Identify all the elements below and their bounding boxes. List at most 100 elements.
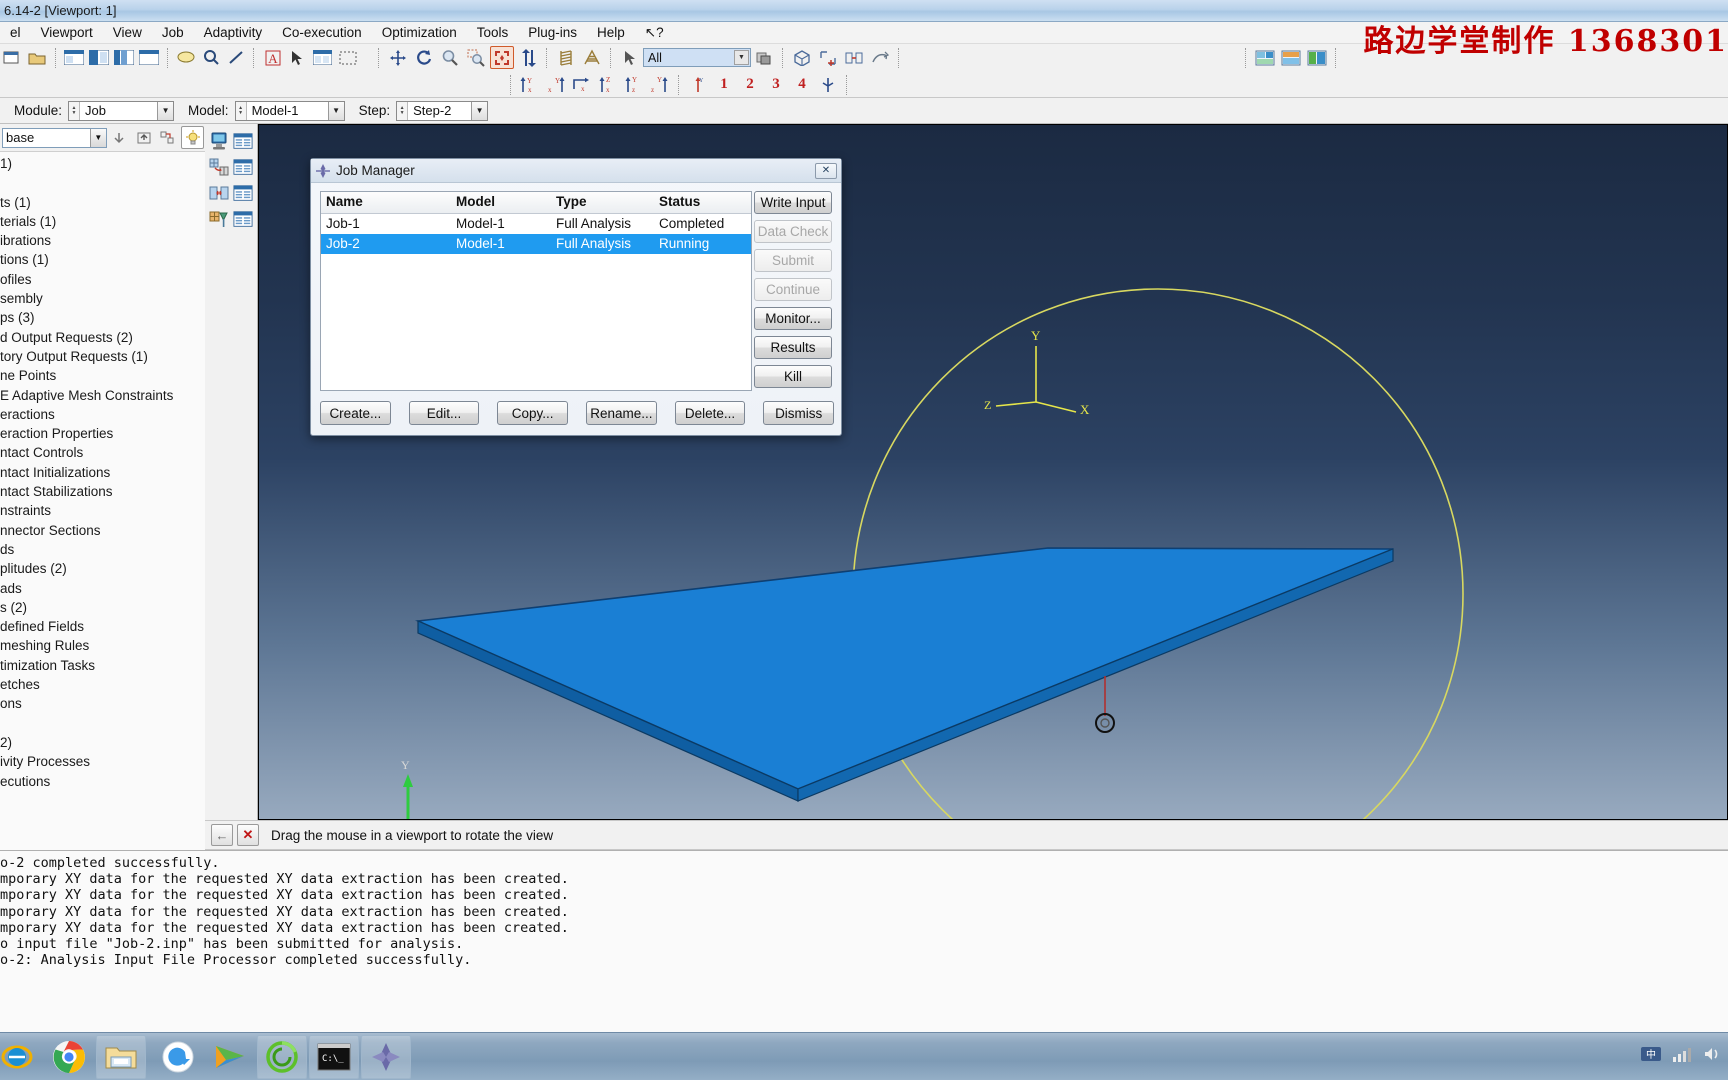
tray-input-method-icon[interactable]: 中 <box>1640 1044 1662 1069</box>
job-manager-icon[interactable] <box>232 130 254 152</box>
module-chevron-down-icon[interactable]: ▼ <box>157 101 174 120</box>
plot-deformed-icon[interactable] <box>1279 46 1303 69</box>
tree-item[interactable]: nnector Sections <box>0 521 205 540</box>
chevron-down-icon[interactable]: ▼ <box>734 50 749 65</box>
select-arrow-icon[interactable] <box>286 46 309 69</box>
edit-button[interactable]: Edit... <box>408 401 480 425</box>
selection-filter-combo[interactable]: All ▼ <box>643 48 751 67</box>
selection-arrow-icon[interactable] <box>618 46 642 69</box>
dialog-titlebar[interactable]: Job Manager ✕ <box>311 159 841 183</box>
tree-item[interactable]: ibrations <box>0 231 205 250</box>
view-back-icon[interactable]: xY <box>544 73 568 96</box>
annotation-icon[interactable] <box>175 46 198 69</box>
tree-item[interactable]: ads <box>0 579 205 598</box>
view-left-icon[interactable]: Yz <box>622 73 646 96</box>
table-row[interactable]: Job-1 Model-1 Full Analysis Completed <box>321 214 751 234</box>
menu-item-help[interactable]: Help <box>587 24 635 41</box>
tree-item[interactable]: eractions <box>0 405 205 424</box>
optimization-manager-icon[interactable] <box>232 208 254 230</box>
tree-item[interactable]: ntact Controls <box>0 443 205 462</box>
tree-item[interactable]: ivity Processes <box>0 752 205 771</box>
tree-item[interactable]: defined Fields <box>0 617 205 636</box>
box-zoom-icon[interactable] <box>464 46 488 69</box>
viewport-tile-icon-1[interactable] <box>63 46 86 69</box>
selection-options-icon[interactable] <box>752 46 776 69</box>
viewport-tile-icon-3[interactable] <box>113 46 136 69</box>
menu-item-plugins[interactable]: Plug-ins <box>518 24 587 41</box>
adaptivity-create-icon[interactable] <box>208 156 230 178</box>
menu-item-view[interactable]: View <box>103 24 152 41</box>
dashed-border-icon[interactable] <box>336 46 359 69</box>
tree-collapse-icon[interactable] <box>132 126 155 149</box>
rename-button[interactable]: Rename... <box>586 401 657 425</box>
delete-button[interactable]: Delete... <box>674 401 746 425</box>
fit-view-icon[interactable] <box>490 46 514 69</box>
tree-highlight-icon[interactable] <box>181 126 204 149</box>
tree-item[interactable]: ts (1) <box>0 193 205 212</box>
menu-item-adaptivity[interactable]: Adaptivity <box>194 24 273 41</box>
tree-next-icon[interactable] <box>108 126 131 149</box>
view-iso-icon[interactable]: Y <box>686 73 710 96</box>
apply-view-icon[interactable] <box>816 73 840 96</box>
create-display-group-icon[interactable] <box>816 46 840 69</box>
co-execution-manager-icon[interactable] <box>232 182 254 204</box>
model-database-combo[interactable]: base ▼ <box>2 127 107 148</box>
tree-item[interactable]: 2) <box>0 733 205 752</box>
tree-filter-icon[interactable] <box>157 126 180 149</box>
view-top-icon[interactable]: x <box>570 73 594 96</box>
tree-item[interactable]: ecutions <box>0 772 205 791</box>
taskbar-360-browser-button[interactable] <box>257 1034 307 1079</box>
dismiss-button[interactable]: Dismiss <box>763 401 835 425</box>
rotate-icon[interactable] <box>412 46 436 69</box>
monitor-button[interactable]: Monitor... <box>754 307 832 330</box>
tree-item[interactable]: sembly <box>0 289 205 308</box>
render-wireframe-icon[interactable] <box>554 46 578 69</box>
menu-item-viewport[interactable]: Viewport <box>31 24 103 41</box>
magnify-icon[interactable] <box>438 46 462 69</box>
job-create-icon[interactable] <box>208 130 230 152</box>
saved-view-4-button[interactable]: 4 <box>790 73 814 96</box>
model-spinner[interactable]: ▲ ▼ <box>235 101 247 120</box>
taskbar-chrome-button[interactable] <box>44 1035 94 1079</box>
previous-step-arrow-icon[interactable]: ← <box>211 824 233 846</box>
taskbar-ie-button[interactable] <box>0 1035 42 1079</box>
tree-item[interactable]: etches <box>0 675 205 694</box>
saved-view-1-button[interactable]: 1 <box>712 73 736 96</box>
tree-item[interactable]: ds <box>0 540 205 559</box>
plot-symbol-icon[interactable] <box>1305 46 1329 69</box>
taskbar-command-prompt-button[interactable]: C:\_ <box>309 1034 359 1079</box>
menu-item-optimization[interactable]: Optimization <box>372 24 467 41</box>
column-header-name[interactable]: Name <box>321 192 451 213</box>
taskbar-sogou-button[interactable] <box>153 1035 203 1079</box>
column-header-type[interactable]: Type <box>551 192 654 213</box>
taskbar-media-player-button[interactable] <box>205 1035 255 1079</box>
create-button[interactable]: Create... <box>320 401 391 425</box>
taskbar-abaqus-button[interactable] <box>361 1034 411 1079</box>
display-group-icon[interactable] <box>790 46 814 69</box>
viewport-tile-icon-4[interactable] <box>138 46 161 69</box>
pan-icon[interactable] <box>386 46 410 69</box>
close-icon[interactable]: ✕ <box>815 162 837 179</box>
tree-item[interactable]: timization Tasks <box>0 656 205 675</box>
viewport-tile-icon-2[interactable] <box>88 46 111 69</box>
tree-item[interactable]: s (2) <box>0 598 205 617</box>
column-header-model[interactable]: Model <box>451 192 551 213</box>
co-execution-create-icon[interactable] <box>208 182 230 204</box>
open-model-icon[interactable] <box>26 46 49 69</box>
tree-item[interactable]: E Adaptive Mesh Constraints <box>0 386 205 405</box>
results-button[interactable]: Results <box>754 336 832 359</box>
datum-line-icon[interactable] <box>224 46 247 69</box>
optimization-create-icon[interactable] <box>208 208 230 230</box>
tree-item[interactable]: meshing Rules <box>0 636 205 655</box>
query-icon[interactable] <box>199 46 222 69</box>
saved-view-2-button[interactable]: 2 <box>738 73 762 96</box>
menu-item-tools[interactable]: Tools <box>467 24 519 41</box>
step-spinner[interactable]: ▲ ▼ <box>397 101 409 120</box>
tree-item[interactable]: ps (3) <box>0 308 205 327</box>
step-combo[interactable]: ▲ ▼ Step-2 ▼ <box>396 100 489 121</box>
menu-item-co-execution[interactable]: Co-execution <box>272 24 372 41</box>
tree-item[interactable] <box>0 714 205 733</box>
tree-item[interactable]: nstraints <box>0 501 205 520</box>
chevron-down-icon[interactable]: ▼ <box>89 128 106 147</box>
tree-item[interactable]: ntact Initializations <box>0 463 205 482</box>
